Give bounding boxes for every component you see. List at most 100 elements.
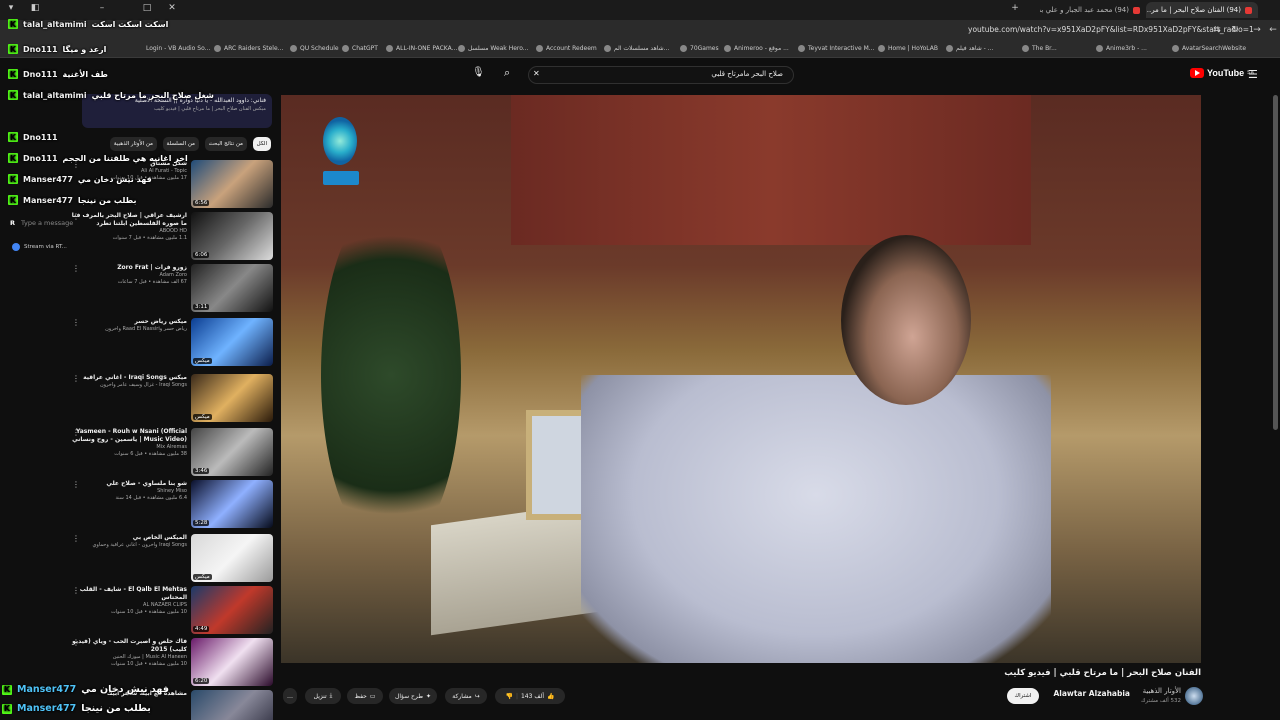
- close-icon[interactable]: ✕: [533, 69, 540, 78]
- save-icon: ▭: [369, 692, 376, 700]
- maximize-icon[interactable]: □: [140, 3, 154, 13]
- video-thumbnail[interactable]: 5:28: [191, 480, 273, 528]
- video-thumbnail[interactable]: ميكس: [191, 374, 273, 422]
- tab-label: (94) الفنان صلاح البحر | ما مر...: [1146, 6, 1241, 14]
- bookmark-item[interactable]: Anime3rb - ...: [1096, 45, 1147, 52]
- rec-title[interactable]: زورو فرات | Zoro Frat: [69, 264, 187, 272]
- mic-icon[interactable]: 🎙: [472, 67, 485, 78]
- bookmark-item[interactable]: QU Schedule: [290, 45, 339, 52]
- video-thumbnail[interactable]: 6:56: [191, 160, 273, 208]
- chat-user: Dno111: [23, 44, 58, 54]
- chat-text: فهد نيش دخان مي: [77, 174, 152, 184]
- video-thumbnail[interactable]: 3:11: [191, 264, 273, 312]
- bookmark-item[interactable]: ARC Raiders Stele...: [214, 45, 283, 52]
- bookmark-item[interactable]: 70Games: [680, 45, 719, 52]
- browser-menu-icon[interactable]: ▾: [4, 3, 18, 13]
- recommendation-item[interactable]: 3:11 زورو فرات | Zoro Frat Adam Zoro 67 أل…: [60, 264, 275, 314]
- more-icon[interactable]: …: [283, 688, 297, 704]
- rec-channel: Music Al Haneen | ميوزك الحنين: [112, 654, 187, 660]
- recommendation-item[interactable]: 6:06 ارشيف عراقي | صلاح البحر بالمرف فنا…: [60, 212, 275, 262]
- download-button[interactable]: تنزيل ⤓: [305, 688, 341, 704]
- chip-channel[interactable]: من الأوتار الذهبية: [109, 137, 157, 151]
- minimize-icon[interactable]: –: [95, 3, 109, 13]
- bookmark-item[interactable]: شاهد فيلم - ...: [946, 45, 993, 52]
- kick-icon: K: [2, 703, 12, 714]
- bookmark-item[interactable]: مسلسل Weak Hero...: [458, 45, 529, 52]
- save-button[interactable]: حفظ ▭: [347, 688, 383, 704]
- rec-meta: 6.4 مليون مشاهدة • قبل 14 سنة: [115, 495, 187, 501]
- rec-title[interactable]: ميكس Iraqi Songs - اغاني عراقية: [69, 374, 187, 382]
- rec-channel: Mix Alremas: [156, 444, 187, 450]
- menu-icon[interactable]: ☰: [1248, 68, 1258, 81]
- bookmark-item[interactable]: شاهد مسلسلات الم...: [604, 45, 669, 52]
- video-thumbnail[interactable]: ميكس: [191, 534, 273, 582]
- rec-channel: ABOOD HD: [159, 228, 187, 234]
- share-button[interactable]: مشاركة ↪: [445, 688, 487, 704]
- like-icon[interactable]: 👍: [547, 693, 554, 700]
- chat-text: ارعد و ميگا: [62, 44, 107, 54]
- recommendation-item[interactable]: ميكس الميكس الخاص بي Iraqi Songs وآخرون -…: [60, 534, 275, 584]
- bookmark-item[interactable]: Account Redeem: [536, 45, 597, 52]
- recommendation-item[interactable]: 5:28 شو بنا ملساوي - صلاح علي Shiney Miso…: [60, 480, 275, 530]
- more-icon[interactable]: ⋮: [72, 318, 80, 327]
- video-thumbnail[interactable]: 4:49: [191, 586, 273, 634]
- extensions-icon[interactable]: ◧: [28, 3, 42, 13]
- search-input[interactable]: صلاح البحر مامرتاح قلبي ✕: [528, 66, 794, 84]
- video-player[interactable]: [281, 95, 1201, 663]
- channel-name[interactable]: Alawtar Alzahabia: [1053, 689, 1130, 698]
- subscribe-button[interactable]: اشتراك: [1007, 688, 1039, 704]
- chat-text: بطلب من نينجا: [77, 195, 137, 205]
- bookmark-item[interactable]: Login - VB Audio So...: [146, 45, 210, 52]
- video-thumbnail[interactable]: ميكس: [191, 318, 273, 366]
- bookmark-item[interactable]: AvatarSearchWebsite: [1172, 45, 1246, 52]
- chip-search-results[interactable]: من نتائج البحث: [204, 137, 247, 151]
- more-icon[interactable]: ⋮: [72, 480, 80, 489]
- rec-channel: رياض حسر وRaad El Nassiri وآخرون: [105, 326, 187, 332]
- rec-title[interactable]: شو بنا ملساوي - صلاح علي: [69, 480, 187, 488]
- bookmark-item[interactable]: ALL-IN-ONE PACKA...: [386, 45, 457, 52]
- bookmark-item[interactable]: Animeroo - موقع ...: [724, 45, 789, 52]
- rec-title[interactable]: Yasmeen - Rouh w Nsani (Official Music V…: [69, 428, 187, 444]
- video-thumbnail[interactable]: 3:46: [191, 428, 273, 476]
- more-icon[interactable]: ⋮: [72, 428, 80, 437]
- rec-title[interactable]: فاك خلص و اصبرت الحب - وياي (فيديو كليب)…: [69, 638, 187, 654]
- bookmark-item[interactable]: ChatGPT: [342, 45, 378, 52]
- youtube-favicon-icon: [1245, 6, 1252, 14]
- sparkle-icon: ✦: [426, 692, 432, 700]
- new-tab-button[interactable]: +: [1008, 3, 1022, 13]
- video-thumbnail[interactable]: 6:06: [191, 212, 273, 260]
- page-scrollbar[interactable]: [1273, 95, 1278, 430]
- recommendation-item[interactable]: 3:46 Yasmeen - Rouh w Nsani (Official Mu…: [60, 428, 275, 478]
- chip-series[interactable]: من السلسلة: [162, 137, 199, 151]
- tab-second[interactable]: (94) محمد عبد الجبار و علي بدر ...: [1040, 2, 1140, 18]
- tab-active[interactable]: (94) الفنان صلاح البحر | ما مر...: [1146, 2, 1258, 18]
- video-thumbnail[interactable]: 6:20: [191, 638, 273, 686]
- more-icon[interactable]: ⋮: [72, 534, 80, 543]
- channel-name-ar[interactable]: الأوتار الذهبية: [1143, 687, 1181, 695]
- ask-button[interactable]: طرح سؤال ✦: [389, 688, 437, 704]
- close-window-icon[interactable]: ✕: [165, 3, 179, 13]
- url-field[interactable]: youtube.com/watch?v=x951XaD2pFY&list=RDx…: [968, 25, 1254, 34]
- channel-avatar[interactable]: [1185, 687, 1203, 705]
- recommendation-item[interactable]: ميكس ميكس Iraqi Songs - اغاني عراقية Iraq…: [60, 374, 275, 424]
- more-icon[interactable]: ⋮: [72, 374, 80, 383]
- rec-title[interactable]: El Qalb El Mehtas - شايف - القلب المحتاس: [69, 586, 187, 602]
- youtube-logo[interactable]: YouTube SA: [1190, 68, 1254, 78]
- video-frame-plant: [321, 195, 461, 555]
- rec-title[interactable]: ارشيف عراقي | صلاح البحر بالمرف فنا ما ص…: [69, 212, 187, 228]
- dislike-icon[interactable]: 👎: [505, 693, 512, 700]
- rec-title[interactable]: الميكس الخاص بي: [69, 534, 187, 542]
- bookmark-item[interactable]: Home | HoYoLAB: [878, 45, 938, 52]
- rec-title[interactable]: ميكس رياض حسر: [69, 318, 187, 326]
- back-icon[interactable]: ←: [1266, 25, 1280, 35]
- more-icon[interactable]: ⋮: [72, 586, 80, 595]
- bookmark-item[interactable]: Teyvat Interactive M...: [798, 45, 875, 52]
- bookmark-item[interactable]: The Br...: [1022, 45, 1057, 52]
- chip-all[interactable]: الكل: [252, 137, 271, 151]
- more-icon[interactable]: ⋮: [72, 638, 80, 647]
- recommendation-item[interactable]: ميكس ميكس رياض حسر رياض حسر وRaad El Nass…: [60, 318, 275, 368]
- recommendation-item[interactable]: 4:49 El Qalb El Mehtas - شايف - القلب ال…: [60, 586, 275, 636]
- more-icon[interactable]: ⋮: [72, 264, 80, 273]
- chat-input[interactable]: R Type a message: [10, 219, 73, 227]
- search-icon[interactable]: ⌕: [504, 66, 510, 80]
